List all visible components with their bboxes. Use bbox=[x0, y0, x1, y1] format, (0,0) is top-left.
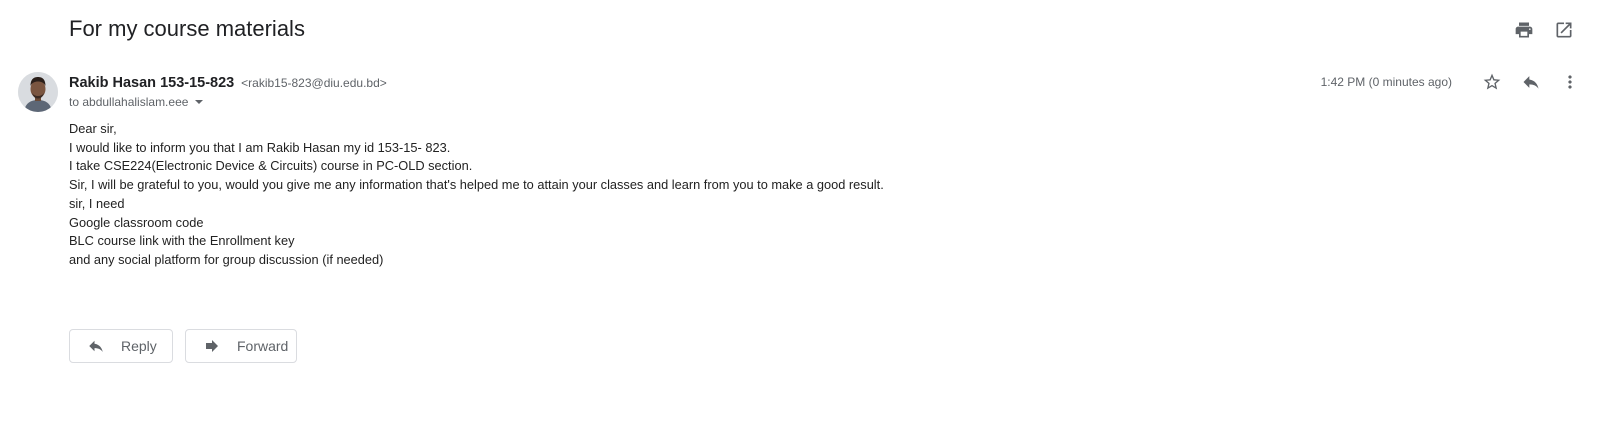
forward-icon bbox=[203, 337, 221, 355]
reply-button[interactable]: Reply bbox=[69, 329, 173, 363]
reply-button-label: Reply bbox=[121, 338, 157, 354]
thread-toolbar bbox=[1511, 17, 1577, 43]
avatar[interactable] bbox=[18, 72, 58, 112]
email-body: Dear sir, I would like to inform you tha… bbox=[69, 120, 884, 270]
forward-button-label: Forward bbox=[237, 338, 289, 354]
forward-button[interactable]: Forward bbox=[185, 329, 297, 363]
body-line: BLC course link with the Enrollment key bbox=[69, 233, 295, 249]
body-line: I take CSE224(Electronic Device & Circui… bbox=[69, 158, 473, 174]
open-in-new-window-icon bbox=[1556, 22, 1572, 38]
email-subject: For my course materials bbox=[69, 16, 305, 41]
body-line: Dear sir, bbox=[69, 121, 117, 136]
open-in-new-window-button[interactable] bbox=[1551, 17, 1577, 43]
recipient-line: to abdullahalislam.eee bbox=[69, 93, 204, 111]
body-line: Google classroom code bbox=[69, 214, 204, 230]
sender-name[interactable]: Rakib Hasan 153-15-823 bbox=[69, 75, 234, 91]
timestamp: 1:42 PM (0 minutes ago) bbox=[1320, 75, 1452, 89]
recipient-text: to abdullahalislam.eee bbox=[69, 95, 189, 109]
star-button[interactable] bbox=[1479, 69, 1505, 95]
print-button[interactable] bbox=[1511, 17, 1537, 43]
more-options-button[interactable] bbox=[1557, 69, 1583, 95]
reply-actions: Reply Forward bbox=[69, 329, 297, 363]
show-details-button[interactable] bbox=[194, 97, 204, 107]
sender-photo bbox=[18, 72, 58, 112]
reply-icon bbox=[1523, 76, 1539, 89]
sender-line: Rakib Hasan 153-15-823 <rakib15-823@diu.… bbox=[69, 72, 387, 93]
print-icon bbox=[1515, 22, 1533, 38]
body-line: Sir, I will be grateful to you, would yo… bbox=[69, 177, 884, 193]
message-meta: 1:42 PM (0 minutes ago) bbox=[1321, 69, 1583, 95]
caret-down-icon bbox=[195, 100, 204, 104]
more-vert-icon bbox=[1568, 75, 1572, 89]
reply-icon-button[interactable] bbox=[1518, 69, 1544, 95]
body-line: sir, I need bbox=[69, 195, 125, 211]
sender-email: <rakib15-823@diu.edu.bd> bbox=[241, 76, 387, 90]
star-icon bbox=[1483, 73, 1501, 90]
body-line: and any social platform for group discus… bbox=[69, 251, 384, 267]
body-line: I would like to inform you that I am Rak… bbox=[69, 139, 451, 155]
reply-icon bbox=[87, 337, 105, 355]
